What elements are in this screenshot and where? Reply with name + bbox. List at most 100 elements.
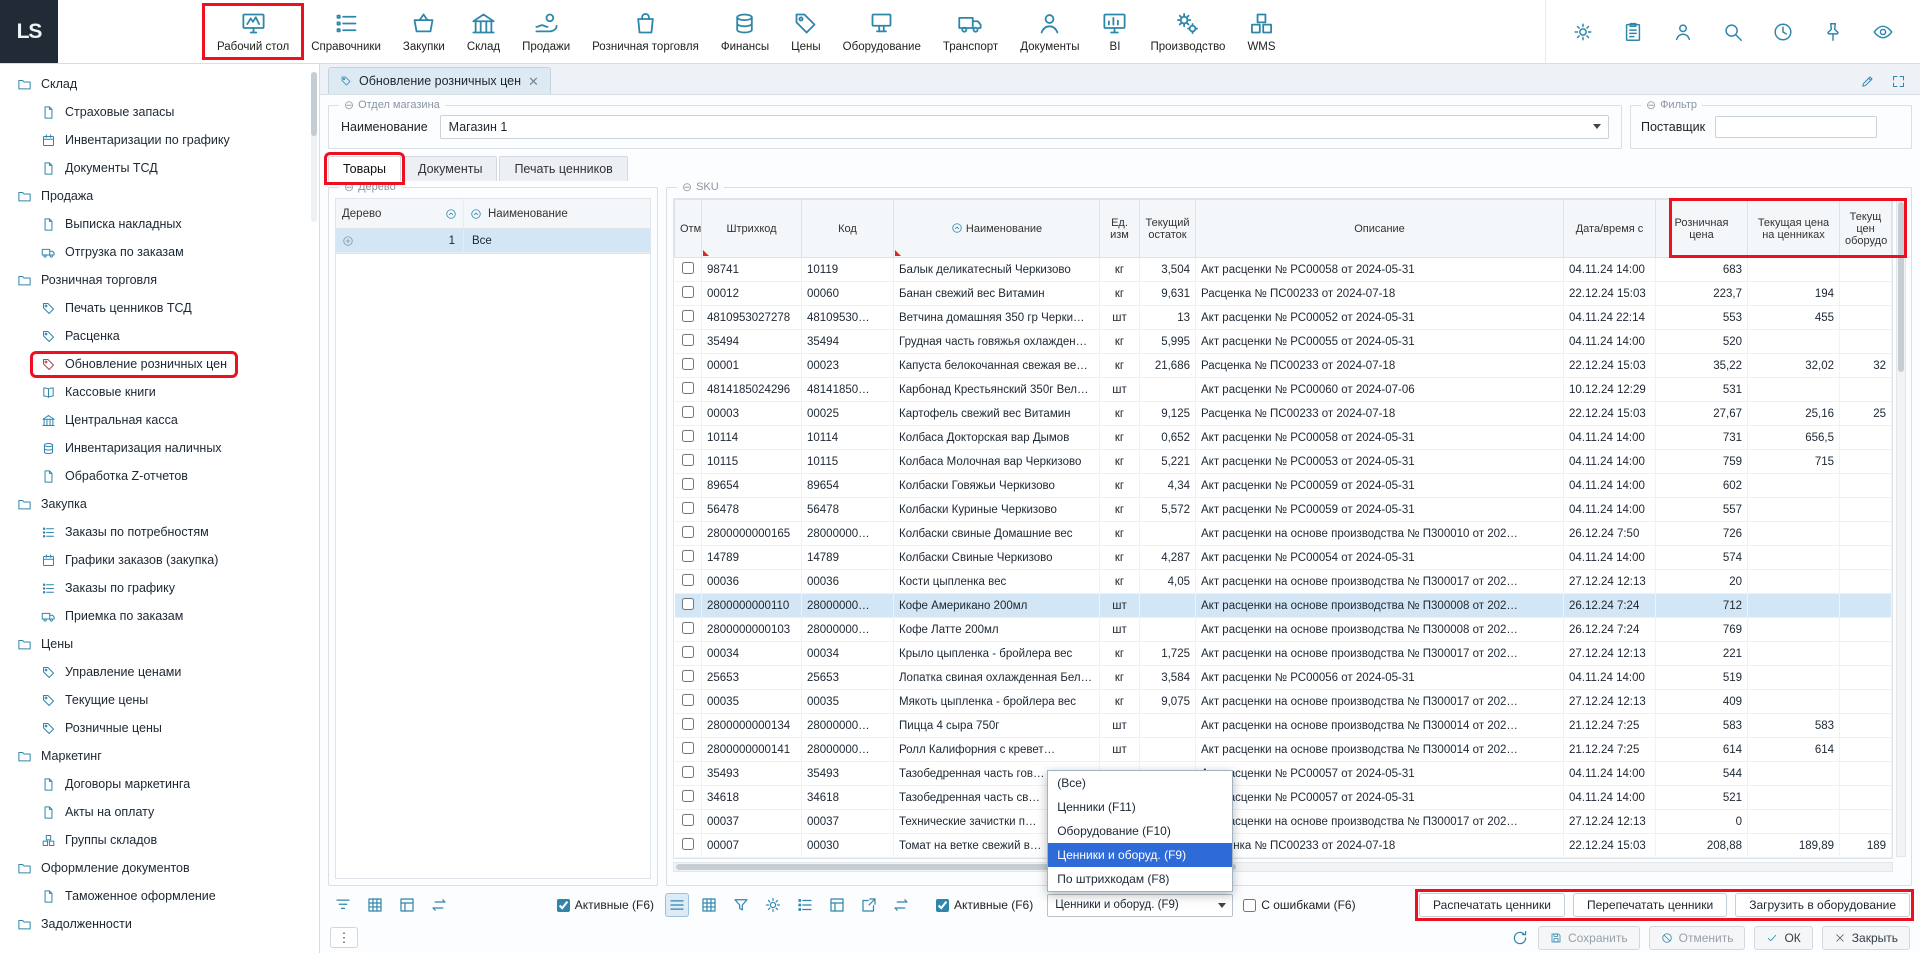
- close-button[interactable]: Закрыть: [1822, 926, 1910, 950]
- row-checkbox[interactable]: [682, 454, 694, 466]
- sidebar-item-2[interactable]: Инвентаризации по графику: [0, 126, 319, 154]
- table-row[interactable]: 280000000016528000000…Колбаски свиные До…: [675, 522, 1892, 546]
- toolbar-item-bi[interactable]: BI: [1090, 7, 1139, 56]
- tree-column-header[interactable]: Наименование: [464, 208, 574, 220]
- row-checkbox[interactable]: [682, 382, 694, 394]
- errors-filter[interactable]: С ошибками (F6): [1243, 898, 1355, 912]
- row-checkbox[interactable]: [682, 406, 694, 418]
- toolbar-item-sales[interactable]: Продажи: [511, 7, 581, 56]
- sidebar-item-28[interactable]: Оформление документов: [0, 854, 319, 882]
- toolbar-item-retail[interactable]: Розничная торговля: [581, 7, 710, 56]
- row-checkbox[interactable]: [682, 574, 694, 586]
- table-row[interactable]: 0003500035Мякоть цыпленка - бройлера вес…: [675, 690, 1892, 714]
- pin-button[interactable]: [1822, 21, 1844, 43]
- view-table-icon[interactable]: [698, 894, 720, 916]
- horizontal-scrollbar[interactable]: [673, 862, 1893, 872]
- table-row[interactable]: 481418502429648141850…Карбонад Крестьянс…: [675, 378, 1892, 402]
- toolbar-item-transport[interactable]: Транспорт: [932, 7, 1009, 56]
- export-icon[interactable]: [826, 894, 848, 916]
- row-checkbox[interactable]: [682, 334, 694, 346]
- sidebar-item-6[interactable]: Отгрузка по заказам: [0, 238, 319, 266]
- column-header-10[interactable]: Текущ цен оборудо: [1840, 200, 1892, 258]
- sidebar-item-10[interactable]: Обновление розничных цен: [0, 350, 319, 378]
- row-checkbox[interactable]: [682, 742, 694, 754]
- toolbar-item-prices[interactable]: Цены: [780, 7, 832, 56]
- cancel-button[interactable]: Отменить: [1649, 926, 1746, 950]
- table-row[interactable]: 1478914789Колбаски Свиные Черкизовокг4,2…: [675, 546, 1892, 570]
- dropdown-option-4[interactable]: По штрихкодам (F8): [1048, 867, 1232, 891]
- app-logo[interactable]: LS: [0, 0, 58, 63]
- store-select[interactable]: Магазин 1: [440, 115, 1609, 139]
- sidebar-item-9[interactable]: Расценка: [0, 322, 319, 350]
- filter-icon[interactable]: [730, 894, 752, 916]
- settings-icon[interactable]: [762, 894, 784, 916]
- toolbar-item-desktop[interactable]: Рабочий стол: [206, 7, 300, 56]
- dropdown-option-2[interactable]: Оборудование (F10): [1048, 819, 1232, 843]
- collapse-icon[interactable]: ⊖: [682, 180, 692, 194]
- row-checkbox[interactable]: [682, 718, 694, 730]
- sidebar-item-18[interactable]: Заказы по графику: [0, 574, 319, 602]
- table-row[interactable]: 0003600036Кости цыпленка вескг4,05Акт ра…: [675, 570, 1892, 594]
- notes-button[interactable]: [1622, 21, 1644, 43]
- view-select-icon[interactable]: [666, 894, 688, 916]
- column-header-6[interactable]: Описание: [1196, 200, 1564, 258]
- sidebar-item-21[interactable]: Управление ценами: [0, 658, 319, 686]
- edit-pencil-icon[interactable]: [1860, 74, 1875, 89]
- table-row[interactable]: 0001200060Банан свежий вес Витаминкг9,63…: [675, 282, 1892, 306]
- row-checkbox[interactable]: [682, 694, 694, 706]
- row-checkbox[interactable]: [682, 286, 694, 298]
- history-button[interactable]: [1772, 21, 1794, 43]
- sidebar-item-1[interactable]: Страховые запасы: [0, 98, 319, 126]
- table-import-icon[interactable]: [428, 894, 450, 916]
- table-row[interactable]: 0000100023Капуста белокочанная свежая ве…: [675, 354, 1892, 378]
- toolbar-item-warehouse[interactable]: Склад: [456, 7, 511, 56]
- sidebar-item-11[interactable]: Кассовые книги: [0, 378, 319, 406]
- sidebar-item-8[interactable]: Печать ценников ТСД: [0, 294, 319, 322]
- table-row[interactable]: 280000000013428000000…Пицца 4 сыра 750гш…: [675, 714, 1892, 738]
- sidebar-item-16[interactable]: Заказы по потребностям: [0, 518, 319, 546]
- row-checkbox[interactable]: [682, 526, 694, 538]
- sidebar-item-0[interactable]: Склад: [0, 70, 319, 98]
- table-row[interactable]: 1011510115Колбаса Молочная вар Черкизово…: [675, 450, 1892, 474]
- table-row[interactable]: 0000300025Картофель свежий вес Витаминкг…: [675, 402, 1892, 426]
- table-row[interactable]: 8965489654Колбаски Говяжьи Черкизовокг4,…: [675, 474, 1892, 498]
- column-header-2[interactable]: Код: [802, 200, 894, 258]
- row-checkbox[interactable]: [682, 430, 694, 442]
- visibility-button[interactable]: [1872, 21, 1894, 43]
- tab-1[interactable]: Документы: [403, 156, 497, 181]
- filter-lines-icon[interactable]: [332, 894, 354, 916]
- tree-column-header[interactable]: Дерево: [336, 199, 464, 228]
- table-row[interactable]: 481095302727848109530…Ветчина домашняя 3…: [675, 306, 1892, 330]
- supplier-input[interactable]: [1715, 116, 1877, 138]
- table-row[interactable]: 5647856478Колбаски Куриные Черкизовокг5,…: [675, 498, 1892, 522]
- table-export-icon[interactable]: [396, 894, 418, 916]
- save-button[interactable]: Сохранить: [1538, 926, 1640, 950]
- sidebar-item-7[interactable]: Розничная торговля: [0, 266, 319, 294]
- column-header-1[interactable]: Штрихкод: [702, 200, 802, 258]
- open-window-icon[interactable]: [858, 894, 880, 916]
- print-price-tags-button[interactable]: Распечатать ценники: [1419, 893, 1565, 917]
- sku-active-filter[interactable]: Активные (F6): [936, 898, 1033, 912]
- load-to-equipment-button[interactable]: Загрузить в оборудование: [1735, 893, 1910, 917]
- sidebar-item-30[interactable]: Задолженности: [0, 910, 319, 938]
- column-header-7[interactable]: Дата/время с: [1564, 200, 1656, 258]
- row-checkbox[interactable]: [682, 262, 694, 274]
- row-checkbox[interactable]: [682, 310, 694, 322]
- table-row[interactable]: 9874110119Балык деликатесный Черкизовокг…: [675, 258, 1892, 282]
- sidebar-item-19[interactable]: Приемка по заказам: [0, 602, 319, 630]
- more-actions-button[interactable]: ⋮: [330, 927, 358, 948]
- row-checkbox[interactable]: [682, 670, 694, 682]
- table-row[interactable]: 0003400034Крыло цыпленка - бройлера веск…: [675, 642, 1892, 666]
- price-type-combo[interactable]: Ценники и оборуд. (F9): [1047, 894, 1233, 917]
- tab-2[interactable]: Печать ценников: [499, 156, 627, 181]
- sidebar-item-20[interactable]: Цены: [0, 630, 319, 658]
- table-row[interactable]: 3549435494Грудная часть говяжья охлажден…: [675, 330, 1892, 354]
- toolbar-item-wms[interactable]: WMS: [1236, 7, 1286, 56]
- sidebar-item-25[interactable]: Договоры маркетинга: [0, 770, 319, 798]
- row-checkbox[interactable]: [682, 646, 694, 658]
- tab-0[interactable]: Товары: [328, 156, 401, 181]
- sidebar-item-27[interactable]: Группы складов: [0, 826, 319, 854]
- table-row[interactable]: 0003700037Технические зачистки п…кгАкт р…: [675, 810, 1892, 834]
- sort-asc-icon[interactable]: [951, 222, 963, 234]
- collapse-icon[interactable]: ⊖: [1646, 98, 1656, 112]
